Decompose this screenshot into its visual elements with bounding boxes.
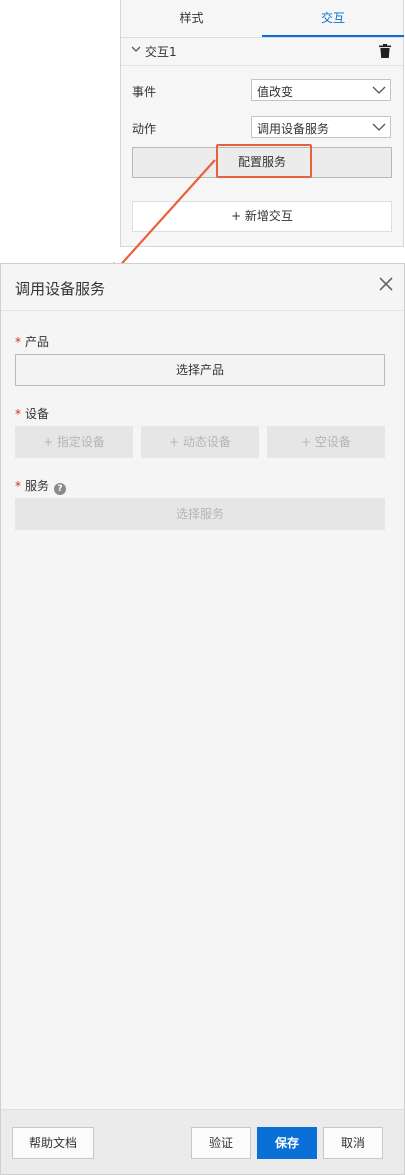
highlight-box <box>216 144 312 178</box>
dialog-footer: 帮助文档 验证 保存 取消 <box>1 1109 404 1174</box>
event-select-value: 值改变 <box>257 85 294 99</box>
help-icon[interactable]: ? <box>54 483 67 495</box>
chevron-down-icon <box>131 46 141 52</box>
panel-tabs: 样式 交互 <box>121 0 404 38</box>
event-select[interactable]: 值改变 <box>251 79 391 101</box>
tab-style[interactable]: 样式 <box>121 0 262 36</box>
chevron-down-icon <box>372 86 386 94</box>
required-mark: * <box>15 479 21 493</box>
help-docs-button[interactable]: 帮助文档 <box>12 1127 94 1159</box>
action-select[interactable]: 调用设备服务 <box>251 116 391 138</box>
dialog-title: 调用设备服务 <box>15 280 106 298</box>
event-label: 事件 <box>132 85 157 99</box>
specific-device-button[interactable]: + 指定设备 <box>15 426 133 458</box>
select-service-button[interactable]: 选择服务 <box>15 498 385 530</box>
call-device-service-dialog: 调用设备服务 * 产品 选择产品 * 设备 + 指定设备 + 动态设备 + 空设备 … <box>0 263 405 1175</box>
select-product-button[interactable]: 选择产品 <box>15 354 385 386</box>
required-mark: * <box>15 407 21 421</box>
verify-button[interactable]: 验证 <box>191 1127 251 1159</box>
section-title: 交互1 <box>145 45 177 59</box>
tab-interaction[interactable]: 交互 <box>262 0 404 37</box>
close-icon[interactable] <box>378 276 394 292</box>
product-label: * 产品 <box>15 335 50 349</box>
add-interaction-button[interactable]: + 新增交互 <box>132 201 392 232</box>
required-mark: * <box>15 335 21 349</box>
dynamic-device-button[interactable]: + 动态设备 <box>141 426 259 458</box>
chevron-down-icon <box>372 123 386 131</box>
dialog-divider <box>1 310 404 311</box>
interaction-section-header[interactable]: 交互1 <box>121 37 403 66</box>
cancel-button[interactable]: 取消 <box>323 1127 383 1159</box>
action-label: 动作 <box>132 122 157 136</box>
action-select-value: 调用设备服务 <box>257 122 330 136</box>
service-label: * 服务? <box>15 477 67 495</box>
interaction-panel: 样式 交互 交互1 事件 值改变 动作 调用设备服务 配置服务 + 新增交互 <box>120 0 404 247</box>
trash-icon[interactable] <box>379 44 391 58</box>
empty-device-button[interactable]: + 空设备 <box>267 426 385 458</box>
save-button[interactable]: 保存 <box>257 1127 317 1159</box>
device-label: * 设备 <box>15 407 50 421</box>
